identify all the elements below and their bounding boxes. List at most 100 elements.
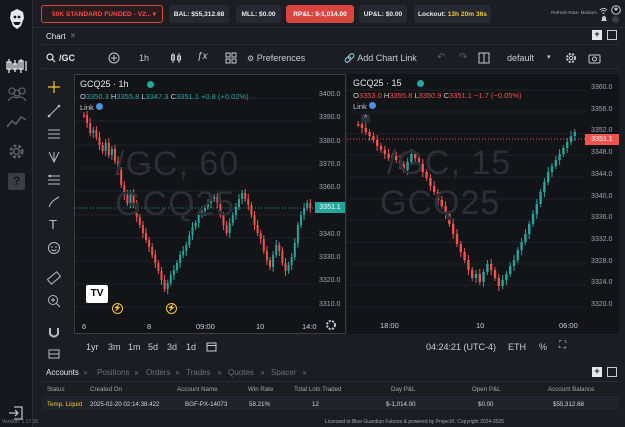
close-positions-tab-icon[interactable]: ✕ — [134, 370, 139, 377]
version-label: Version: 1.17.15 — [2, 419, 39, 425]
tab-trades[interactable]: Trades — [186, 368, 211, 377]
column-header[interactable]: Account Balance — [548, 386, 594, 393]
right-chart-pane[interactable]: /GC, 15 GCQ25 GCQ25 · 15 O3353.0 H3355.8… — [347, 74, 619, 334]
timeframe-button[interactable]: 3m — [108, 342, 121, 352]
close-accounts-tab-icon[interactable]: ✕ — [83, 370, 88, 377]
left-time-axis[interactable]: 6 8 09:00 10 14:0 — [75, 319, 317, 333]
session-button[interactable]: ETH — [508, 342, 526, 352]
left-link[interactable]: Link — [80, 103, 103, 112]
help-icon[interactable]: ? — [8, 173, 25, 190]
account-balance-cell: $55,312.68 — [553, 401, 584, 408]
column-header[interactable]: Open P&L — [472, 386, 501, 393]
percent-scale-button[interactable]: % — [539, 342, 547, 352]
layout-select[interactable]: default — [507, 53, 534, 63]
add-tab-icon[interactable]: + — [592, 30, 602, 40]
fullscreen-icon[interactable]: ⛶ — [559, 340, 566, 351]
candles-icon[interactable] — [170, 52, 182, 64]
tab-accounts[interactable]: Accounts — [46, 368, 79, 377]
column-header[interactable]: Status — [47, 386, 65, 393]
tab-spacer[interactable]: Spacer — [271, 368, 296, 377]
user-icon[interactable] — [611, 5, 621, 15]
timeframe-button[interactable]: 3d — [167, 342, 177, 352]
column-header[interactable]: Win Rate — [248, 386, 273, 393]
price-tick: 3360.0 — [319, 184, 341, 192]
theme-icon[interactable] — [612, 16, 619, 23]
price-tick: 3310.0 — [319, 300, 341, 308]
account-select[interactable]: 50K STANDARD FUNDED - V2... ▾ — [41, 5, 163, 23]
users-icon[interactable] — [6, 86, 28, 102]
left-axis-settings-icon[interactable] — [325, 319, 337, 331]
templates-icon[interactable] — [225, 52, 237, 64]
pitchfork-icon[interactable] — [47, 150, 67, 164]
screenshot-icon[interactable] — [588, 52, 601, 64]
left-chart-pane[interactable]: /GC, 60 GCQ25 GCQ25 · 1h O3350.3 H3355.8… — [74, 74, 346, 334]
interval-button[interactable]: 1h — [139, 53, 149, 63]
brush-icon[interactable] — [47, 195, 67, 209]
tab-chart[interactable]: Chart — [46, 32, 66, 41]
symbol-input[interactable]: /GC — [59, 53, 75, 63]
add-chart-link-button[interactable]: 🔗 Add Chart Link — [344, 53, 417, 64]
horizontal-lines-icon[interactable] — [47, 127, 67, 141]
column-header[interactable]: Created On — [90, 386, 122, 393]
left-event-icon-1[interactable]: ⚡ — [112, 303, 123, 314]
candle — [166, 283, 169, 289]
chart-settings-icon[interactable] — [565, 52, 577, 64]
candle — [558, 154, 561, 160]
preferences-button[interactable]: ⚙ Preferences — [247, 53, 305, 63]
indicators-icon[interactable]: ƒx — [197, 51, 208, 62]
analytics-icon[interactable] — [6, 114, 28, 130]
tab-positions[interactable]: Positions — [97, 368, 129, 377]
close-orders-tab-icon[interactable]: ✕ — [175, 370, 180, 377]
candle — [524, 234, 527, 242]
fib-icon[interactable] — [47, 173, 67, 187]
maximize-icon[interactable] — [607, 30, 617, 40]
candle — [497, 278, 500, 286]
undo-icon[interactable]: ↶ — [437, 52, 445, 63]
column-header[interactable]: Total Lots Traded — [294, 386, 341, 393]
clock-label[interactable]: 04:24:21 (UTC-4) — [426, 342, 496, 352]
emoji-icon[interactable] — [47, 241, 67, 255]
redo-icon[interactable]: ↷ — [459, 52, 467, 63]
magnet-icon[interactable] — [47, 326, 67, 340]
tab-orders[interactable]: Orders — [146, 368, 170, 377]
candle — [509, 266, 512, 274]
close-trades-tab-icon[interactable]: ✕ — [217, 370, 222, 377]
trendline-icon[interactable] — [47, 104, 67, 118]
timeframe-button[interactable]: 1m — [128, 342, 141, 352]
price-tick: 3336.0 — [591, 214, 613, 222]
add-compare-icon[interactable] — [108, 52, 120, 64]
price-tick: 3400.0 — [319, 91, 341, 98]
candle — [191, 227, 194, 235]
panel-maximize-icon[interactable] — [607, 367, 617, 377]
right-link[interactable]: Link — [353, 102, 376, 111]
search-icon[interactable] — [46, 53, 56, 63]
collapse-legend-icon[interactable]: ^ — [361, 114, 370, 123]
layout-grid-icon[interactable] — [478, 52, 490, 64]
settings-icon[interactable] — [7, 142, 26, 161]
timeframe-button[interactable]: 1d — [186, 342, 196, 352]
lock-drawings-icon[interactable] — [47, 347, 67, 361]
close-spacer-tab-icon[interactable]: ✕ — [302, 370, 307, 377]
tab-quotes[interactable]: Quotes — [228, 368, 254, 377]
status-cell: Temp. Liquid — [47, 401, 83, 408]
layout-chevron-icon[interactable]: ▾ — [547, 53, 551, 61]
bell-icon[interactable] — [600, 14, 608, 23]
zoom-in-icon[interactable] — [47, 294, 67, 308]
add-panel-icon[interactable]: + — [592, 367, 602, 377]
column-header[interactable]: Account Name — [177, 386, 218, 393]
date-range-icon[interactable] — [206, 341, 217, 352]
column-header[interactable]: Day P&L — [391, 386, 415, 393]
right-time-axis[interactable]: 18:00 10 06:00 — [347, 318, 587, 334]
ruler-icon[interactable] — [47, 271, 67, 285]
left-event-icon-2[interactable]: ⚡ — [166, 303, 177, 314]
trading-icon[interactable] — [6, 58, 28, 74]
close-tab-icon[interactable]: ✕ — [70, 32, 76, 40]
candle — [566, 142, 569, 148]
crosshair-icon[interactable] — [47, 80, 67, 94]
text-tool-icon[interactable]: T — [47, 218, 67, 232]
timeframe-button[interactable]: 5d — [148, 342, 158, 352]
close-quotes-tab-icon[interactable]: ✕ — [260, 370, 265, 377]
candle — [244, 193, 247, 199]
left-change: +0.8 (+0.02%) — [201, 92, 249, 101]
timeframe-button[interactable]: 1yr — [86, 342, 99, 352]
